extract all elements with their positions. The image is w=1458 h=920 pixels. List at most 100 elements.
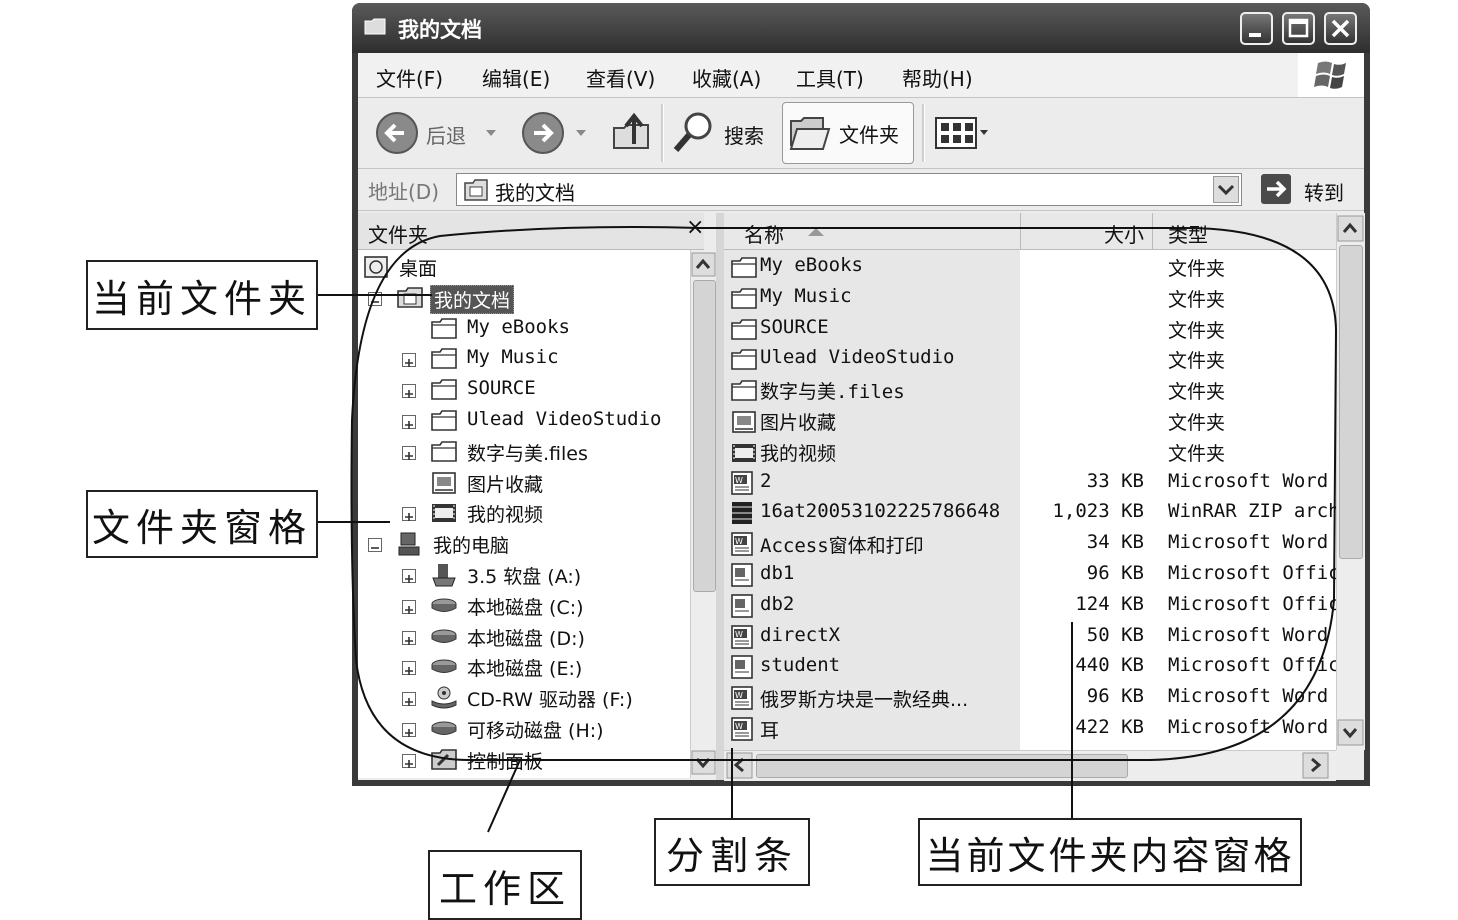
list-item[interactable]: W 俄罗斯方块是一款经典... 96 KB Microsoft Word <box>724 683 1336 713</box>
close-pane-icon[interactable]: × <box>686 215 704 240</box>
item-name: 2 <box>760 469 772 492</box>
list-item[interactable]: SOURCE 文件夹 <box>724 314 1336 344</box>
item-type: Microsoft Offic <box>1168 592 1336 615</box>
back-button[interactable]: 后退 <box>372 108 502 158</box>
menu-favorites[interactable]: 收藏(A) <box>692 63 761 92</box>
item-name: Access窗体和打印 <box>760 535 924 558</box>
disk-icon <box>430 593 458 619</box>
search-icon <box>673 112 712 152</box>
up-folder-button[interactable] <box>608 108 654 158</box>
folder-pane-title: 文件夹 <box>368 223 428 247</box>
documents-icon <box>464 179 488 201</box>
forward-button[interactable] <box>518 108 588 158</box>
expand-icon[interactable] <box>402 692 416 707</box>
menu-tools[interactable]: 工具(T) <box>796 63 864 92</box>
folder-tree-scrollbar[interactable] <box>690 250 717 778</box>
item-name: My eBooks <box>760 254 863 276</box>
folder-icon <box>430 346 458 372</box>
search-button[interactable]: 搜索 <box>670 108 770 158</box>
svg-text:W: W <box>735 630 743 639</box>
list-item[interactable]: db1 96 KB Microsoft Offic <box>724 560 1336 590</box>
content-list-scrollbar[interactable] <box>1336 213 1365 750</box>
sort-ascending-icon <box>808 228 824 236</box>
menu-edit[interactable]: 编辑(E) <box>482 63 550 92</box>
item-name: 耳 <box>760 720 780 742</box>
list-item[interactable]: 图片收藏 文件夹 <box>724 406 1336 436</box>
expand-icon[interactable] <box>402 753 416 768</box>
list-item[interactable]: W 2 33 KB Microsoft Word <box>724 468 1336 498</box>
close-button[interactable] <box>1324 12 1357 45</box>
item-type: 文件夹 <box>1168 258 1226 280</box>
list-item[interactable]: 16at20053102225786648 1,023 KB WinRAR ZIP … <box>724 498 1336 528</box>
expand-icon[interactable] <box>402 384 416 399</box>
minimize-button[interactable] <box>1240 12 1273 45</box>
pane-splitter[interactable] <box>716 213 724 780</box>
floppy-icon <box>430 562 458 588</box>
list-item[interactable]: WdirectX 50 KB Microsoft Word <box>724 622 1336 652</box>
tree-node-label: 3.5 软盘 (A:) <box>467 566 582 588</box>
folders-button[interactable]: 文件夹 <box>782 102 914 164</box>
address-dropdown-button[interactable] <box>1213 176 1239 203</box>
expand-icon[interactable] <box>402 661 416 676</box>
callout-splitter: 分割条 <box>654 818 810 886</box>
expand-icon[interactable] <box>402 353 416 368</box>
menu-help[interactable]: 帮助(H) <box>902 63 973 92</box>
column-header-name[interactable]: 名称 <box>724 213 1021 249</box>
menu-view[interactable]: 查看(V) <box>586 63 655 92</box>
collapse-icon[interactable] <box>368 291 382 306</box>
tree-node-label: 我的电脑 <box>433 535 510 558</box>
list-item[interactable]: student 440 KB Microsoft Offic <box>724 652 1336 682</box>
expand-icon[interactable] <box>402 630 416 645</box>
scroll-thumb[interactable] <box>693 280 716 592</box>
address-input[interactable]: 我的文档 <box>456 173 1242 206</box>
callout-current-folder: 当前文件夹 <box>86 260 318 330</box>
standard-toolbar: 后退 搜索 文件夹 <box>358 98 1364 169</box>
list-item[interactable]: My Music 文件夹 <box>724 283 1336 313</box>
content-list-hscrollbar[interactable] <box>724 750 1336 781</box>
expand-icon[interactable] <box>402 415 416 429</box>
item-type: WinRAR ZIP arch <box>1168 500 1336 523</box>
list-item[interactable]: My eBooks 文件夹 <box>724 252 1336 282</box>
callout-content-pane: 当前文件夹内容窗格 <box>918 818 1302 886</box>
expand-icon[interactable] <box>402 599 416 614</box>
scroll-right-icon <box>1302 752 1329 779</box>
expand-icon[interactable] <box>402 445 416 460</box>
folder-icon <box>430 439 458 465</box>
expand-icon[interactable] <box>402 723 416 737</box>
scroll-thumb[interactable] <box>756 754 1128 778</box>
maximize-button[interactable] <box>1282 12 1315 45</box>
collapse-icon[interactable] <box>368 538 382 553</box>
column-name-label: 名称 <box>744 223 784 247</box>
folder-icon <box>730 317 757 341</box>
column-header-size[interactable]: 大小 <box>1020 213 1153 249</box>
folder-icon <box>730 378 757 402</box>
title-bar[interactable]: 我的文档 <box>352 3 1370 53</box>
toolbar-separator <box>922 104 925 162</box>
expand-icon[interactable] <box>402 569 416 583</box>
folder-icon <box>730 286 757 310</box>
views-grid-icon <box>935 117 988 149</box>
item-size: 50 KB <box>1086 623 1144 646</box>
scroll-thumb[interactable] <box>1339 245 1363 559</box>
column-type-label: 类型 <box>1168 223 1208 247</box>
list-item[interactable]: 数字与美.files 文件夹 <box>724 375 1336 405</box>
column-header-type[interactable]: 类型 <box>1152 213 1336 249</box>
minimize-icon <box>1249 33 1261 37</box>
list-item[interactable]: db2 124 KB Microsoft Offic <box>724 591 1336 621</box>
toolbar-separator <box>661 104 664 162</box>
go-button[interactable]: 转到 <box>1260 173 1356 207</box>
views-button[interactable] <box>932 110 996 156</box>
list-item[interactable]: W Access窗体和打印 34 KB Microsoft Word <box>724 529 1336 559</box>
column-size-label: 大小 <box>1104 223 1144 247</box>
list-item[interactable]: W 耳 422 KB Microsoft Word <box>724 714 1336 744</box>
item-size: 422 KB <box>1075 716 1144 738</box>
list-item[interactable]: 我的视频 文件夹 <box>724 437 1336 467</box>
list-item[interactable]: Ulead VideoStudio 文件夹 <box>724 344 1336 374</box>
expand-icon[interactable] <box>402 507 416 522</box>
back-arrow-icon <box>376 112 418 154</box>
scroll-left-icon <box>726 752 753 779</box>
svg-text:W: W <box>735 691 743 700</box>
menu-file[interactable]: 文件(F) <box>376 63 443 92</box>
item-size: 96 KB <box>1086 562 1144 584</box>
item-name: student <box>760 654 841 677</box>
